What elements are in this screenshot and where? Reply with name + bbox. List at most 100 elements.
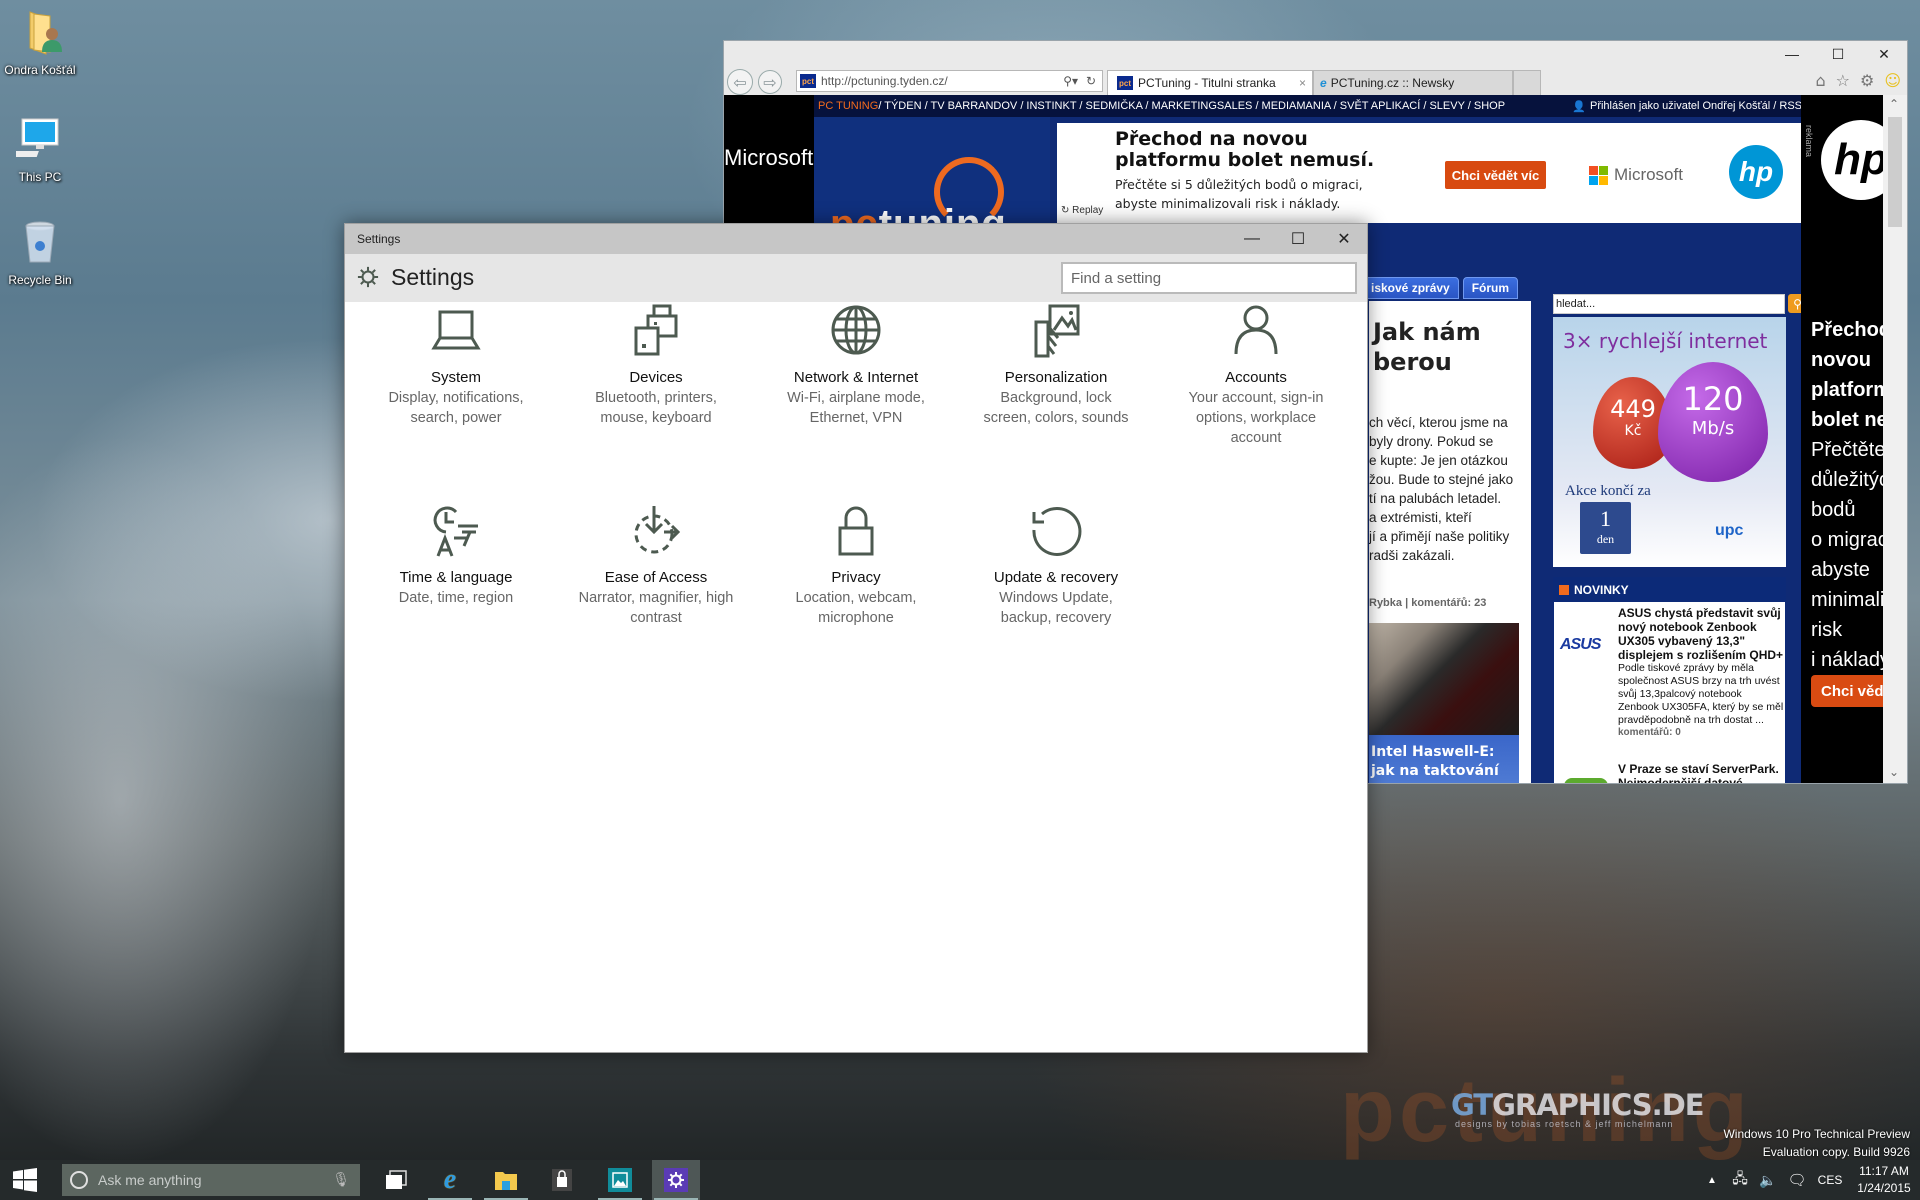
settings-titlebar[interactable]: Settings — ☐ ✕ [345, 224, 1367, 254]
desktop-icon-user-folder[interactable]: Ondra Košťál [0, 8, 80, 77]
settings-minimize-button[interactable]: — [1229, 224, 1275, 254]
settings-category-ease-of-access[interactable]: Ease of Access Narrator, magnifier, high… [571, 502, 741, 628]
desktop-icon-label: Ondra Košťál [4, 63, 76, 77]
microphone-icon[interactable]: 🎙 [332, 1171, 350, 1188]
browser-toolbar-icons: ⌂ ☆ ⚙ ☺ [1815, 71, 1901, 90]
browser-tab[interactable]: e PCTuning.cz :: Newsky [1313, 70, 1513, 95]
news-item[interactable]: ASUS chystá představit svůj nový noteboo… [1618, 606, 1784, 738]
taskbar-photos[interactable] [596, 1160, 644, 1200]
forward-button[interactable]: ⇨ [758, 70, 782, 94]
user-avatar-icon: 👤 [1572, 100, 1586, 113]
logged-in-user-text[interactable]: Přihlášen jako uživatel Ondřej Košťál / … [1590, 100, 1802, 112]
search-icon[interactable]: ⚲▾ [1063, 74, 1078, 88]
news-item-title[interactable]: ASUS chystá představit svůj nový noteboo… [1618, 606, 1784, 662]
right-ad-banner[interactable]: reklama hp Přechod novou platform bolet … [1801, 95, 1884, 783]
article-meta[interactable]: Rybka | komentářů: 23 [1369, 597, 1486, 609]
taskbar-settings[interactable] [652, 1160, 700, 1200]
address-text[interactable]: http://pctuning.tyden.cz/ [821, 74, 948, 88]
taskbar-file-explorer[interactable] [482, 1160, 530, 1200]
feedback-smiley-icon[interactable]: ☺ [1884, 71, 1901, 90]
back-button[interactable]: ⇦ [727, 69, 753, 95]
browser-minimize-button[interactable]: — [1769, 41, 1815, 67]
settings-category-personalization[interactable]: Personalization Background, lock screen,… [971, 302, 1141, 428]
site-nav-tab-press[interactable]: iskové zprávy [1362, 277, 1459, 299]
volume-icon[interactable]: 🔈 [1754, 1172, 1782, 1189]
browser-close-button[interactable]: ✕ [1861, 41, 1907, 67]
upc-ad-headline: 3× rychlejší internet [1563, 329, 1768, 353]
settings-category-time-language[interactable]: Time & language Date, time, region [371, 502, 541, 608]
desktop-icon-this-pc[interactable]: This PC [0, 115, 80, 184]
category-description: Background, lock screen, colors, sounds [983, 390, 1129, 426]
close-tab-icon[interactable]: × [1299, 76, 1306, 90]
settings-category-update-recovery[interactable]: Update & recovery Windows Update, backup… [971, 502, 1141, 628]
cortana-search-box[interactable]: Ask me anything 🎙 [62, 1164, 360, 1196]
replay-button[interactable]: ↻ Replay [1061, 205, 1103, 216]
network-icon[interactable]: 🖧 [1726, 1168, 1754, 1192]
article-line: byly drony. Pokud se [1369, 434, 1494, 449]
settings-category-system[interactable]: System Display, notifications, search, p… [371, 302, 541, 428]
site-nav-tab-forum[interactable]: Fórum [1462, 277, 1519, 299]
desktop-icon-recycle-bin[interactable]: Recycle Bin [0, 218, 80, 287]
action-center-icon[interactable]: 🗨 [1782, 1171, 1812, 1189]
home-icon[interactable]: ⌂ [1815, 71, 1825, 90]
scrollbar-thumb[interactable] [1888, 117, 1902, 227]
scroll-up-icon[interactable]: ⌃ [1889, 97, 1899, 111]
clock[interactable]: 11:17 AM 1/24/2015 [1848, 1163, 1920, 1197]
news-item-comments[interactable]: komentářů: 0 [1618, 727, 1784, 738]
ad-label: reklama [1804, 125, 1814, 158]
show-hidden-icons-chevron-icon[interactable]: ▲ [1698, 1175, 1726, 1186]
side-ad-line: abyste [1811, 559, 1870, 581]
site-search-input[interactable]: hledat... [1553, 294, 1785, 314]
input-language-indicator[interactable]: CES [1812, 1173, 1848, 1187]
orange-square-icon [1559, 585, 1569, 595]
news-item-title[interactable]: V Praze se staví ServerPark. Nejmoderněj… [1618, 762, 1784, 783]
windows-logo-icon [13, 1168, 37, 1192]
browser-scrollbar[interactable]: ⌃ ⌄ [1883, 95, 1907, 783]
address-bar[interactable]: pct http://pctuning.tyden.cz/ ⚲▾ ↻ [796, 70, 1103, 92]
refresh-icon[interactable]: ↻ [1086, 74, 1096, 88]
scroll-down-icon[interactable]: ⌄ [1889, 765, 1899, 779]
top-ad-body-2: abyste minimalizovali risk i náklady. [1115, 196, 1341, 211]
left-ad-text: Microsoft [724, 145, 814, 170]
side-ad-line: Přechod [1811, 319, 1884, 341]
site-favicon: pct [800, 74, 816, 88]
settings-category-devices[interactable]: Devices Bluetooth, printers, mouse, keyb… [571, 302, 741, 428]
tools-gear-icon[interactable]: ⚙ [1860, 71, 1874, 90]
devices-icon [634, 304, 678, 356]
category-description: Location, webcam, microphone [795, 590, 917, 626]
tab-label: PCTuning - Titulni stranka [1138, 76, 1276, 90]
top-ad-banner[interactable]: Přechod na novou platformu bolet nemusí. … [1057, 123, 1802, 223]
article-title-2: berou [1373, 348, 1452, 376]
start-button[interactable] [0, 1160, 50, 1200]
browser-tab-active[interactable]: pct PCTuning - Titulni stranka × [1107, 70, 1313, 95]
news-item[interactable]: V Praze se staví ServerPark. Nejmoderněj… [1618, 762, 1784, 783]
find-setting-input[interactable] [1061, 262, 1357, 294]
ie-favicon-icon: e [1320, 76, 1327, 90]
news-panel-title: NOVINKY [1574, 583, 1629, 597]
top-ad-cta-button[interactable]: Chci vědět víc [1445, 161, 1546, 189]
browser-titlebar[interactable]: — ☐ ✕ [724, 41, 1907, 67]
promo-days-unit: den [1596, 532, 1615, 546]
taskbar-store[interactable] [538, 1160, 586, 1200]
site-network-brand-link[interactable]: PC TUNING [818, 100, 878, 112]
article-excerpt: ch věcí, kterou jsme na byly drony. Poku… [1369, 413, 1513, 565]
settings-category-network[interactable]: Network & Internet Wi-Fi, airplane mode,… [771, 302, 941, 428]
settings-category-accounts[interactable]: Accounts Your account, sign-in options, … [1171, 302, 1341, 448]
favorites-star-icon[interactable]: ☆ [1836, 71, 1850, 90]
task-view-icon [386, 1170, 407, 1189]
settings-maximize-button[interactable]: ☐ [1275, 224, 1321, 254]
taskbar-task-view[interactable] [372, 1160, 420, 1200]
upc-ad[interactable]: 3× rychlejší internet 449 Kč 120 Mb/s Ak… [1553, 317, 1786, 567]
article-thumbnail-caption[interactable]: Intel Haswell-E: jak na taktování monstr… [1369, 735, 1519, 783]
browser-maximize-button[interactable]: ☐ [1815, 41, 1861, 67]
side-ad-cta-button[interactable]: Chci vědě [1811, 675, 1884, 707]
settings-category-privacy[interactable]: Privacy Location, webcam, microphone [771, 502, 941, 628]
new-tab-button[interactable] [1513, 70, 1541, 95]
article-thumbnail-image[interactable] [1369, 623, 1519, 735]
site-network-links[interactable]: / TÝDEN / TV BARRANDOV / INSTINKT / SEDM… [878, 100, 1505, 112]
settings-close-button[interactable]: ✕ [1321, 224, 1367, 254]
article-title[interactable]: Jak nám berou [1373, 317, 1481, 377]
taskbar-internet-explorer[interactable]: e [426, 1160, 474, 1200]
refresh-icon [1032, 506, 1082, 556]
globe-icon [831, 305, 881, 355]
